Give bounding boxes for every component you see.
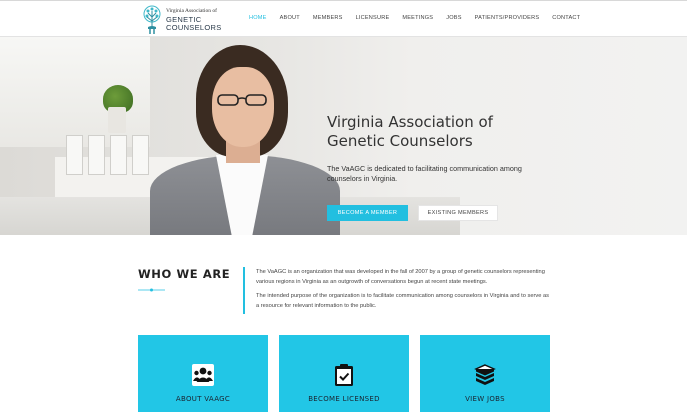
hero-background-binder bbox=[132, 135, 149, 175]
nav-item-meetings[interactable]: MEETINGS bbox=[402, 15, 433, 21]
logo-line-1: Virginia Association of bbox=[166, 7, 217, 14]
who-we-are-heading: WHO WE ARE bbox=[138, 267, 231, 281]
dna-tree-logo-icon bbox=[143, 5, 161, 34]
nav-item-members[interactable]: MEMBERS bbox=[313, 15, 343, 21]
card-become-licensed[interactable]: BECOME LICENSED bbox=[279, 335, 409, 412]
nav-item-jobs[interactable]: JOBS bbox=[446, 15, 461, 21]
hero-title: Virginia Association of Genetic Counselo… bbox=[327, 113, 577, 151]
hero-title-line-1: Virginia Association of bbox=[327, 113, 493, 131]
card-label: BECOME LICENSED bbox=[308, 395, 380, 403]
logo-line-3: COUNSELORS bbox=[166, 22, 222, 32]
site-header: Virginia Association of GENETIC COUNSELO… bbox=[0, 0, 687, 37]
card-label: ABOUT VAAGC bbox=[175, 395, 231, 403]
stack-icon bbox=[474, 364, 496, 385]
hero-person-glasses bbox=[217, 94, 267, 106]
nav-item-about[interactable]: ABOUT bbox=[280, 15, 300, 21]
hero-background-binder bbox=[88, 135, 105, 175]
nav-item-licensure[interactable]: LICENSURE bbox=[356, 15, 390, 21]
existing-members-button[interactable]: EXISTING MEMBERS bbox=[418, 205, 498, 221]
nav-item-contact[interactable]: CONTACT bbox=[552, 15, 580, 21]
group-icon bbox=[192, 364, 214, 386]
become-member-button[interactable]: BECOME A MEMBER bbox=[327, 205, 408, 221]
card-about-vaagc[interactable]: ABOUT VAAGC bbox=[138, 335, 268, 412]
who-we-are-paragraph-2: The intended purpose of the organization… bbox=[256, 293, 549, 309]
clipboard-check-icon bbox=[335, 364, 353, 386]
hero-title-line-2: Genetic Counselors bbox=[327, 132, 473, 150]
hero-person-face bbox=[212, 67, 274, 147]
heading-divider-icon bbox=[138, 288, 165, 292]
main-nav: HOME ABOUT MEMBERS LICENSURE MEETINGS JO… bbox=[249, 15, 593, 21]
hero-banner: Virginia Association of Genetic Counselo… bbox=[0, 37, 687, 235]
card-label: VIEW JOBS bbox=[465, 395, 505, 403]
site-logo[interactable]: Virginia Association of GENETIC COUNSELO… bbox=[141, 4, 251, 36]
hero-background-binder bbox=[110, 135, 127, 175]
hero-background-binder bbox=[66, 135, 83, 175]
who-we-are-vertical-rule bbox=[243, 267, 245, 314]
card-view-jobs[interactable]: VIEW JOBS bbox=[420, 335, 550, 412]
hero-background-plant-pot bbox=[108, 107, 126, 133]
hero-subtitle: The VaAGC is dedicated to facilitating c… bbox=[327, 164, 522, 183]
nav-item-home[interactable]: HOME bbox=[249, 15, 267, 21]
who-we-are-paragraph-1: The VaAGC is an organization that was de… bbox=[256, 269, 545, 285]
nav-item-patients-providers[interactable]: PATIENTS/PROVIDERS bbox=[475, 15, 540, 21]
